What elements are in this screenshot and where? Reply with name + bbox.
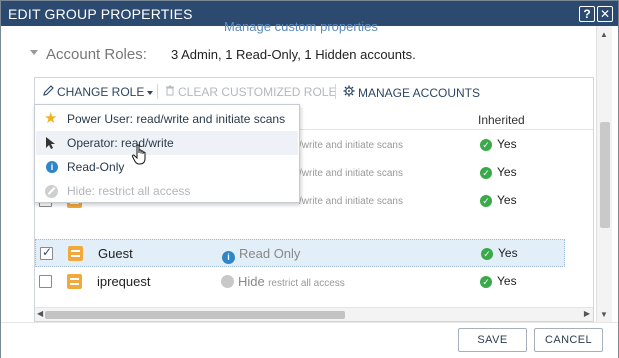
table-row[interactable]: Guest i Read Only ✓ Yes [35, 239, 565, 267]
manage-accounts-button[interactable]: MANAGE ACCOUNTS [343, 85, 480, 100]
inherited-cell: ✓ Yes [480, 274, 517, 288]
toolbar-divider [157, 84, 158, 99]
gear-icon [343, 85, 355, 100]
trash-icon [165, 85, 175, 99]
vertical-scrollbar[interactable]: ▲ ▼ [596, 26, 612, 322]
inherited-value: Yes [497, 137, 517, 151]
save-button[interactable]: SAVE [458, 328, 527, 352]
scroll-left-icon[interactable]: ◀ [37, 309, 43, 318]
account-roles-label: Account Roles: [46, 46, 147, 63]
check-circle-icon: ✓ [480, 195, 492, 207]
menu-item-label: Operator: read/write [67, 136, 174, 150]
close-button[interactable]: ✕ [597, 6, 613, 22]
check-circle-icon: ✓ [480, 167, 492, 179]
row-checkbox[interactable] [39, 275, 52, 288]
caret-down-icon [147, 90, 154, 95]
permission-main: Hide [238, 274, 265, 289]
table-row[interactable]: iprequest Hide restrict all access ✓ Yes [35, 268, 565, 296]
account-name: Guest [98, 246, 133, 261]
inherited-cell: ✓ Yes [480, 137, 517, 151]
account-roles-summary: 3 Admin, 1 Read-Only, 1 Hidden accounts. [171, 47, 416, 62]
permission-main: Read Only [239, 246, 301, 261]
permission-cell: Hide restrict all access [221, 274, 345, 289]
inherited-value: Yes [497, 274, 517, 288]
permission-sub: restrict all access [268, 278, 345, 289]
menu-item-power-user[interactable]: ★ Power User: read/write and initiate sc… [36, 107, 298, 131]
cursor-arrow-icon [44, 136, 58, 150]
inherited-value: Yes [497, 165, 517, 179]
check-circle-icon: ✓ [480, 139, 492, 151]
dialog-title: EDIT GROUP PROPERTIES [8, 6, 193, 22]
group-icon [67, 274, 82, 289]
cancel-button[interactable]: CANCEL [534, 328, 603, 352]
menu-item-label: Hide: restrict all access [67, 184, 191, 198]
inherited-cell: ✓ Yes [480, 165, 517, 179]
inherited-cell: ✓ Yes [481, 246, 518, 260]
inherited-cell: ✓ Yes [480, 193, 517, 207]
clear-customized-role-button[interactable]: CLEAR CUSTOMIZED ROLE [165, 85, 336, 99]
account-name: iprequest [97, 274, 151, 289]
group-icon [68, 246, 83, 261]
toolbar-divider [335, 84, 336, 99]
scroll-down-icon[interactable]: ▼ [600, 310, 608, 319]
change-role-menu: ★ Power User: read/write and initiate sc… [34, 104, 300, 203]
horizontal-scroll-thumb[interactable] [45, 311, 345, 319]
info-icon: i [46, 161, 58, 173]
manage-accounts-label: MANAGE ACCOUNTS [358, 86, 481, 100]
accounts-toolbar: CHANGE ROLE CLEAR CUSTOMIZED ROLE MANAGE… [35, 78, 593, 106]
menu-item-label: Read-Only [67, 160, 125, 174]
vertical-scroll-thumb[interactable] [600, 122, 610, 228]
row-checkbox[interactable] [40, 245, 53, 260]
menu-item-read-only[interactable]: i Read-Only [36, 155, 298, 179]
menu-item-operator[interactable]: Operator: read/write [36, 131, 298, 155]
dialog-footer: SAVE CANCEL [1, 322, 618, 358]
horizontal-scrollbar[interactable]: ◀ ▶ [35, 307, 593, 321]
permission-text: /write and initiate scans [299, 196, 403, 207]
manage-custom-properties-link[interactable]: Manage custom properties [224, 19, 378, 34]
hide-icon [221, 275, 234, 288]
hand-pointer-icon [131, 144, 149, 166]
change-role-label: CHANGE ROLE [57, 85, 145, 99]
inherited-value: Yes [498, 246, 518, 260]
change-role-button[interactable]: CHANGE ROLE [43, 85, 154, 99]
pencil-icon [43, 85, 54, 99]
column-header-inherited[interactable]: Inherited [478, 113, 525, 127]
scroll-up-icon[interactable]: ▲ [600, 30, 608, 39]
menu-item-hide[interactable]: Hide: restrict all access [36, 179, 298, 203]
star-icon: ★ [44, 110, 58, 127]
collapse-triangle-icon[interactable] [30, 50, 38, 55]
help-button[interactable]: ? [579, 6, 595, 22]
clear-customized-role-label: CLEAR CUSTOMIZED ROLE [178, 85, 337, 99]
permission-text: /write and initiate scans [299, 168, 403, 179]
check-circle-icon: ✓ [480, 276, 492, 288]
inherited-value: Yes [497, 193, 517, 207]
hide-icon [45, 185, 58, 198]
info-icon: i [222, 251, 235, 264]
permission-text: /write and initiate scans [299, 140, 403, 151]
check-circle-icon: ✓ [481, 248, 493, 260]
permission-cell: i Read Only [222, 246, 300, 264]
menu-item-label: Power User: read/write and initiate scan… [67, 112, 286, 126]
scroll-right-icon[interactable]: ▶ [584, 309, 590, 318]
edit-group-dialog: EDIT GROUP PROPERTIES ? ✕ Manage custom … [0, 0, 619, 358]
